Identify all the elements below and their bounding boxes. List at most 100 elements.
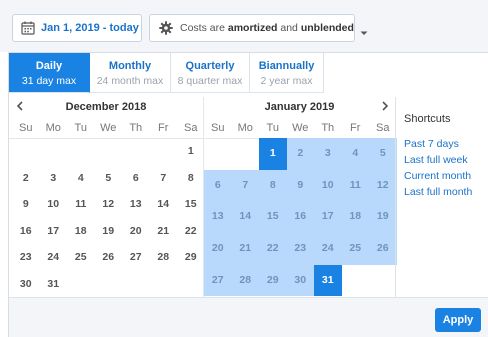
caret-down-icon: [360, 24, 368, 35]
weekday-label: Sa: [184, 122, 198, 134]
tab-monthly[interactable]: Monthly 24 month max: [90, 53, 171, 93]
calendar-day[interactable]: 29: [177, 244, 205, 271]
calendar-day[interactable]: 29: [259, 264, 287, 297]
calendar-day[interactable]: 27: [122, 244, 150, 271]
calendar-day[interactable]: 21: [150, 218, 178, 245]
weekday-label: Tu: [266, 122, 279, 134]
calendar-day[interactable]: 6: [122, 165, 150, 192]
calendar-day[interactable]: 22: [259, 233, 287, 265]
calendar-day[interactable]: 17: [40, 218, 68, 245]
calendar-day[interactable]: 8: [259, 169, 287, 202]
calendar-area: December 2018 January 2019 Su Mo Tu We Th Fr S…: [9, 97, 397, 298]
calendar-day[interactable]: 6: [204, 169, 232, 202]
calendar-day[interactable]: 8: [177, 165, 205, 192]
calendar-day[interactable]: 12: [369, 169, 397, 202]
calendar-day[interactable]: 30: [286, 264, 314, 297]
calendar-day[interactable]: 15: [177, 191, 205, 218]
weekday-label: Tu: [74, 122, 87, 134]
calendar-day[interactable]: 13: [122, 191, 150, 218]
calendar-day[interactable]: 16: [286, 201, 314, 234]
right-month-title: January 2019: [264, 101, 335, 113]
calendar-day[interactable]: 19: [95, 218, 123, 245]
calendar-day[interactable]: 26: [95, 244, 123, 271]
shortcut-past-7-days[interactable]: Past 7 days: [404, 136, 488, 152]
weekday-label: Su: [19, 122, 33, 134]
picker-footer: Apply: [9, 297, 488, 337]
weekday-label: Th: [321, 122, 335, 134]
calendar-day[interactable]: 31: [314, 264, 342, 297]
calendar-day[interactable]: 2: [286, 138, 314, 170]
tab-biannually[interactable]: Biannually 2 year max: [250, 53, 324, 93]
weekday-label: We: [292, 122, 309, 134]
calendar-day[interactable]: 28: [150, 244, 178, 271]
cost-settings-dropdown[interactable]: Costs are amortized and unblended: [149, 14, 368, 42]
top-toolbar: Jan 1, 2019 - today Costs are amortized …: [0, 0, 488, 52]
calendar-day[interactable]: 20: [122, 218, 150, 245]
calendar-day[interactable]: 13: [204, 201, 232, 234]
calendar-day[interactable]: 20: [204, 233, 232, 265]
calendar-day[interactable]: 12: [95, 191, 123, 218]
calendar-day[interactable]: 17: [314, 201, 342, 234]
shortcuts-panel: Shortcuts Past 7 days Last full week Cur…: [395, 97, 488, 297]
weekday-label: Th: [129, 122, 143, 134]
calendar-day[interactable]: 28: [231, 264, 259, 297]
calendar-day[interactable]: 25: [341, 233, 369, 265]
calendar-day[interactable]: 22: [177, 218, 205, 245]
calendar-day[interactable]: 5: [95, 165, 123, 192]
tab-daily[interactable]: Daily 31 day max: [9, 53, 90, 93]
calendar-day[interactable]: 1: [177, 138, 205, 165]
calendar-day[interactable]: 21: [231, 233, 259, 265]
apply-button[interactable]: Apply: [435, 308, 481, 332]
calendar-day[interactable]: 4: [67, 165, 95, 192]
calendar-day[interactable]: 24: [314, 233, 342, 265]
calendar-day[interactable]: 18: [341, 201, 369, 234]
calendar-day[interactable]: 5: [369, 138, 397, 170]
calendar-day[interactable]: 14: [150, 191, 178, 218]
calendar-day[interactable]: 26: [369, 233, 397, 265]
left-month-title: December 2018: [65, 101, 147, 113]
calendar-day[interactable]: 9: [286, 169, 314, 202]
calendar-day[interactable]: 23: [286, 233, 314, 265]
calendar-day[interactable]: 7: [231, 169, 259, 202]
calendar-day[interactable]: 11: [67, 191, 95, 218]
calendar-day[interactable]: 30: [12, 271, 40, 298]
date-range-button[interactable]: Jan 1, 2019 - today: [12, 14, 142, 42]
shortcuts-title: Shortcuts: [404, 113, 451, 125]
calendar-day[interactable]: 1: [259, 138, 287, 170]
right-weekday-header: Su Mo Tu We Th Fr Sa: [204, 118, 397, 138]
calendar-day[interactable]: 10: [314, 169, 342, 202]
calendar-day[interactable]: 24: [40, 244, 68, 271]
calendar-day[interactable]: 10: [40, 191, 68, 218]
left-weekday-header: Su Mo Tu We Th Fr Sa: [12, 118, 205, 138]
shortcut-last-full-week[interactable]: Last full week: [404, 152, 488, 168]
calendar-day[interactable]: 25: [67, 244, 95, 271]
calendar-day[interactable]: 31: [40, 271, 68, 298]
weekday-label: Sa: [376, 122, 390, 134]
calendar-day[interactable]: 14: [231, 201, 259, 234]
calendar-day[interactable]: 18: [67, 218, 95, 245]
date-range-label: Jan 1, 2019 - today: [41, 22, 139, 34]
calendar-day[interactable]: 23: [12, 244, 40, 271]
shortcut-current-month[interactable]: Current month: [404, 168, 488, 184]
date-picker-panel: Daily 31 day max Monthly 24 month max Qu…: [8, 52, 488, 337]
weekday-label: Fr: [158, 122, 169, 134]
calendar-day[interactable]: 3: [40, 165, 68, 192]
calendar-day[interactable]: 3: [314, 138, 342, 170]
calendar-day[interactable]: 15: [259, 201, 287, 234]
cost-settings-text: Costs are amortized and unblended: [180, 22, 354, 34]
calendar-icon: [21, 21, 35, 35]
weekday-label: Mo: [237, 122, 253, 134]
calendar-day[interactable]: 27: [204, 264, 232, 297]
calendar-day[interactable]: 9: [12, 191, 40, 218]
calendar-day[interactable]: 2: [12, 165, 40, 192]
tab-quarterly[interactable]: Quarterly 8 quarter max: [171, 53, 250, 93]
calendar-day[interactable]: 11: [341, 169, 369, 202]
gear-icon: [159, 21, 173, 35]
calendar-day[interactable]: 16: [12, 218, 40, 245]
weekday-label: We: [100, 122, 117, 134]
shortcut-last-full-month[interactable]: Last full month: [404, 184, 488, 200]
calendar-day[interactable]: 7: [150, 165, 178, 192]
weekday-label: Su: [211, 122, 225, 134]
calendar-day[interactable]: 19: [369, 201, 397, 234]
calendar-day[interactable]: 4: [341, 138, 369, 170]
